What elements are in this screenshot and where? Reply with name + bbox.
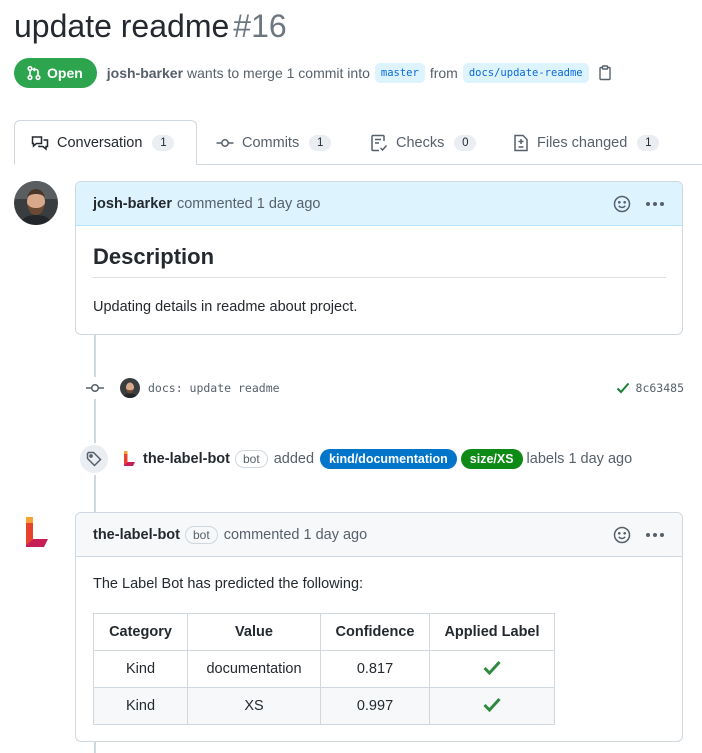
comment-author[interactable]: the-label-bot bbox=[93, 527, 180, 543]
timeline-line bbox=[94, 742, 96, 753]
table-cell bbox=[429, 687, 555, 725]
table-row: Kind documentation 0.817 bbox=[93, 650, 555, 688]
comment-heading: Description bbox=[93, 244, 215, 269]
comment-action: commented 1 day ago bbox=[176, 195, 321, 212]
state-badge: Open bbox=[14, 58, 97, 88]
table-cell: 0.997 bbox=[320, 687, 430, 725]
tab-counter: 1 bbox=[309, 134, 332, 151]
tab-counter: 1 bbox=[152, 134, 175, 151]
pr-author-link[interactable]: josh-barker bbox=[107, 65, 183, 81]
column-header: Category bbox=[93, 613, 188, 651]
check-icon[interactable] bbox=[616, 382, 630, 394]
tab-label: Conversation bbox=[57, 134, 143, 151]
bot-badge: bot bbox=[235, 450, 268, 468]
commit-sha: 8c63485 bbox=[616, 381, 684, 395]
tag-icon bbox=[78, 443, 110, 475]
pr-title: update readme #16 bbox=[14, 8, 287, 45]
tab-conversation[interactable]: Conversation 1 bbox=[14, 120, 197, 165]
file-diff-icon bbox=[514, 134, 528, 151]
kebab-horizontal-icon[interactable] bbox=[645, 201, 665, 207]
tab-commits[interactable]: Commits 1 bbox=[216, 120, 332, 165]
prediction-table: Category Value Confidence Applied Label … bbox=[93, 613, 555, 725]
table-cell: Kind bbox=[93, 650, 188, 688]
column-header: Value bbox=[187, 613, 321, 651]
table-cell: Kind bbox=[93, 687, 188, 725]
comment-header: josh-barker commented 1 day ago bbox=[76, 182, 682, 226]
pr-title-text: update readme bbox=[14, 8, 230, 44]
commit-event: docs: update readme 8c63485 bbox=[84, 376, 684, 400]
column-header: Applied Label bbox=[429, 613, 555, 651]
comment-discussion-icon bbox=[31, 135, 49, 151]
table-cell: documentation bbox=[187, 650, 321, 688]
event-suffix: labels 1 day ago bbox=[526, 451, 633, 467]
comment-card: josh-barker commented 1 day ago Descript… bbox=[75, 181, 683, 335]
git-commit-icon bbox=[216, 138, 234, 147]
from-text: from bbox=[429, 65, 458, 81]
state-label: Open bbox=[47, 65, 83, 81]
smiley-icon[interactable] bbox=[613, 195, 631, 213]
table-cell bbox=[429, 650, 555, 688]
comment-card: the-label-bot bot commented 1 day ago Th… bbox=[75, 512, 683, 742]
heavy-check-mark-icon bbox=[483, 660, 501, 675]
avatar[interactable] bbox=[14, 181, 58, 225]
heading-divider bbox=[93, 277, 666, 278]
avatar[interactable] bbox=[120, 378, 140, 398]
comment-author[interactable]: josh-barker bbox=[93, 196, 172, 212]
pr-summary-text: wants to merge 1 commit into bbox=[187, 65, 370, 81]
checklist-icon bbox=[371, 134, 388, 151]
tab-files-changed[interactable]: Files changed 1 bbox=[513, 120, 660, 165]
table-cell: 0.817 bbox=[320, 650, 430, 688]
tab-label: Checks bbox=[396, 134, 445, 151]
tab-label: Files changed bbox=[537, 134, 628, 151]
label-kind-documentation[interactable]: kind/documentation bbox=[320, 449, 457, 469]
git-pull-request-icon bbox=[27, 65, 41, 81]
comment-header: the-label-bot bot commented 1 day ago bbox=[76, 513, 682, 557]
label-size-xs[interactable]: size/XS bbox=[460, 449, 523, 469]
table-cell: XS bbox=[187, 687, 321, 725]
pr-tabs: Conversation 1 Commits 1 Checks 0 Files … bbox=[14, 120, 702, 165]
column-header: Confidence bbox=[320, 613, 430, 651]
copy-icon[interactable] bbox=[598, 65, 612, 81]
commit-message-link[interactable]: docs: update readme bbox=[148, 381, 280, 395]
table-row: Kind XS 0.997 bbox=[93, 687, 555, 725]
comment-body: The Label Bot has predicted the followin… bbox=[93, 576, 364, 592]
tab-counter: 0 bbox=[454, 134, 477, 151]
head-branch[interactable]: docs/update-readme bbox=[462, 63, 589, 83]
timeline-line bbox=[94, 335, 96, 525]
pr-meta: Open josh-barker wants to merge 1 commit… bbox=[14, 58, 612, 88]
comment-action: commented 1 day ago bbox=[223, 526, 368, 543]
event-actor[interactable]: the-label-bot bbox=[143, 451, 230, 467]
tab-label: Commits bbox=[242, 134, 300, 151]
kebab-horizontal-icon[interactable] bbox=[645, 532, 665, 538]
label-bot-logo-icon[interactable] bbox=[122, 450, 136, 468]
base-branch[interactable]: master bbox=[374, 63, 425, 83]
commit-sha-link[interactable]: 8c63485 bbox=[636, 381, 684, 395]
tab-checks[interactable]: Checks 0 bbox=[370, 120, 477, 165]
git-commit-icon bbox=[84, 377, 106, 399]
event-verb: added bbox=[273, 451, 315, 467]
table-header-row: Category Value Confidence Applied Label bbox=[93, 613, 555, 651]
comment-body: Updating details in readme about project… bbox=[93, 299, 358, 315]
tab-counter: 1 bbox=[637, 134, 660, 151]
pr-number: #16 bbox=[233, 8, 287, 44]
label-event: the-label-bot bot added kind/documentati… bbox=[78, 443, 632, 475]
smiley-icon[interactable] bbox=[613, 526, 631, 544]
bot-badge: bot bbox=[185, 525, 218, 544]
heavy-check-mark-icon bbox=[483, 697, 501, 712]
avatar[interactable] bbox=[22, 513, 50, 553]
